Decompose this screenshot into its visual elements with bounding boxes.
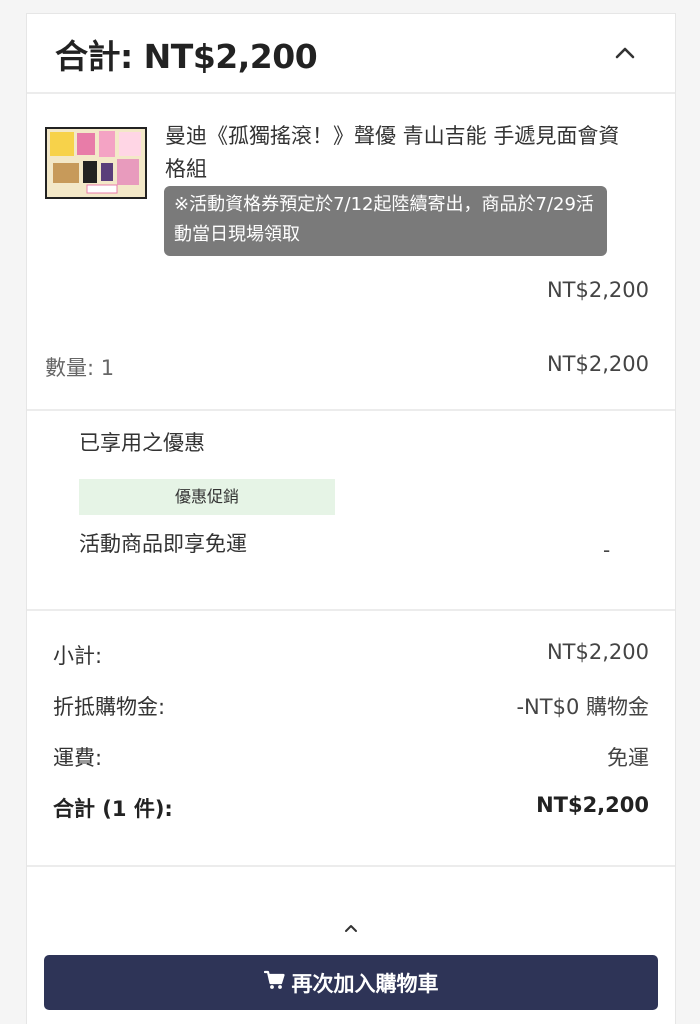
promotion-description: 活動商品即享免運 [79,532,247,556]
divider [27,409,675,411]
chevron-up-icon[interactable] [343,920,359,936]
total-label: 合計 (1 件): [53,797,173,821]
promotion-badge: 優惠促銷 [79,479,335,515]
product-name[interactable]: 曼迪《孤獨搖滾！》聲優 青山吉能 手遞見面會資格組 [165,120,635,186]
chevron-up-icon[interactable] [612,40,638,66]
promotion-value: - [603,538,611,562]
order-total-header[interactable]: 合計: NT$2,200 [27,14,675,94]
quantity-label: 數量: 1 [45,356,115,380]
credit-value: -NT$0 購物金 [516,695,649,719]
shipping-label: 運費: [53,746,103,770]
subtotal-value: NT$2,200 [546,640,649,664]
total-value: NT$2,200 [536,793,649,817]
product-thumbnail[interactable] [45,127,147,199]
product-note: ※活動資格券預定於7/12起陸續寄出，商品於7/29活動當日現場領取 [164,186,607,256]
add-to-cart-again-label: 再次加入購物車 [291,971,439,996]
unit-price: NT$2,200 [546,278,649,302]
divider [27,865,675,867]
subtotal-label: 小計: [53,644,103,668]
promotion-title: 已享用之優惠 [79,431,205,455]
credit-label: 折抵購物金: [53,695,166,719]
order-summary-panel: 合計: NT$2,200 曼迪《孤獨搖滾！》聲優 青山吉能 手遞見面會資格組 ※… [26,13,676,1024]
line-total: NT$2,200 [546,352,649,376]
divider [27,609,675,611]
cart-icon [263,970,292,995]
shipping-value: 免運 [607,746,649,770]
add-to-cart-again-button[interactable]: 再次加入購物車 [44,955,658,1010]
order-total-title: 合計: NT$2,200 [55,37,318,76]
